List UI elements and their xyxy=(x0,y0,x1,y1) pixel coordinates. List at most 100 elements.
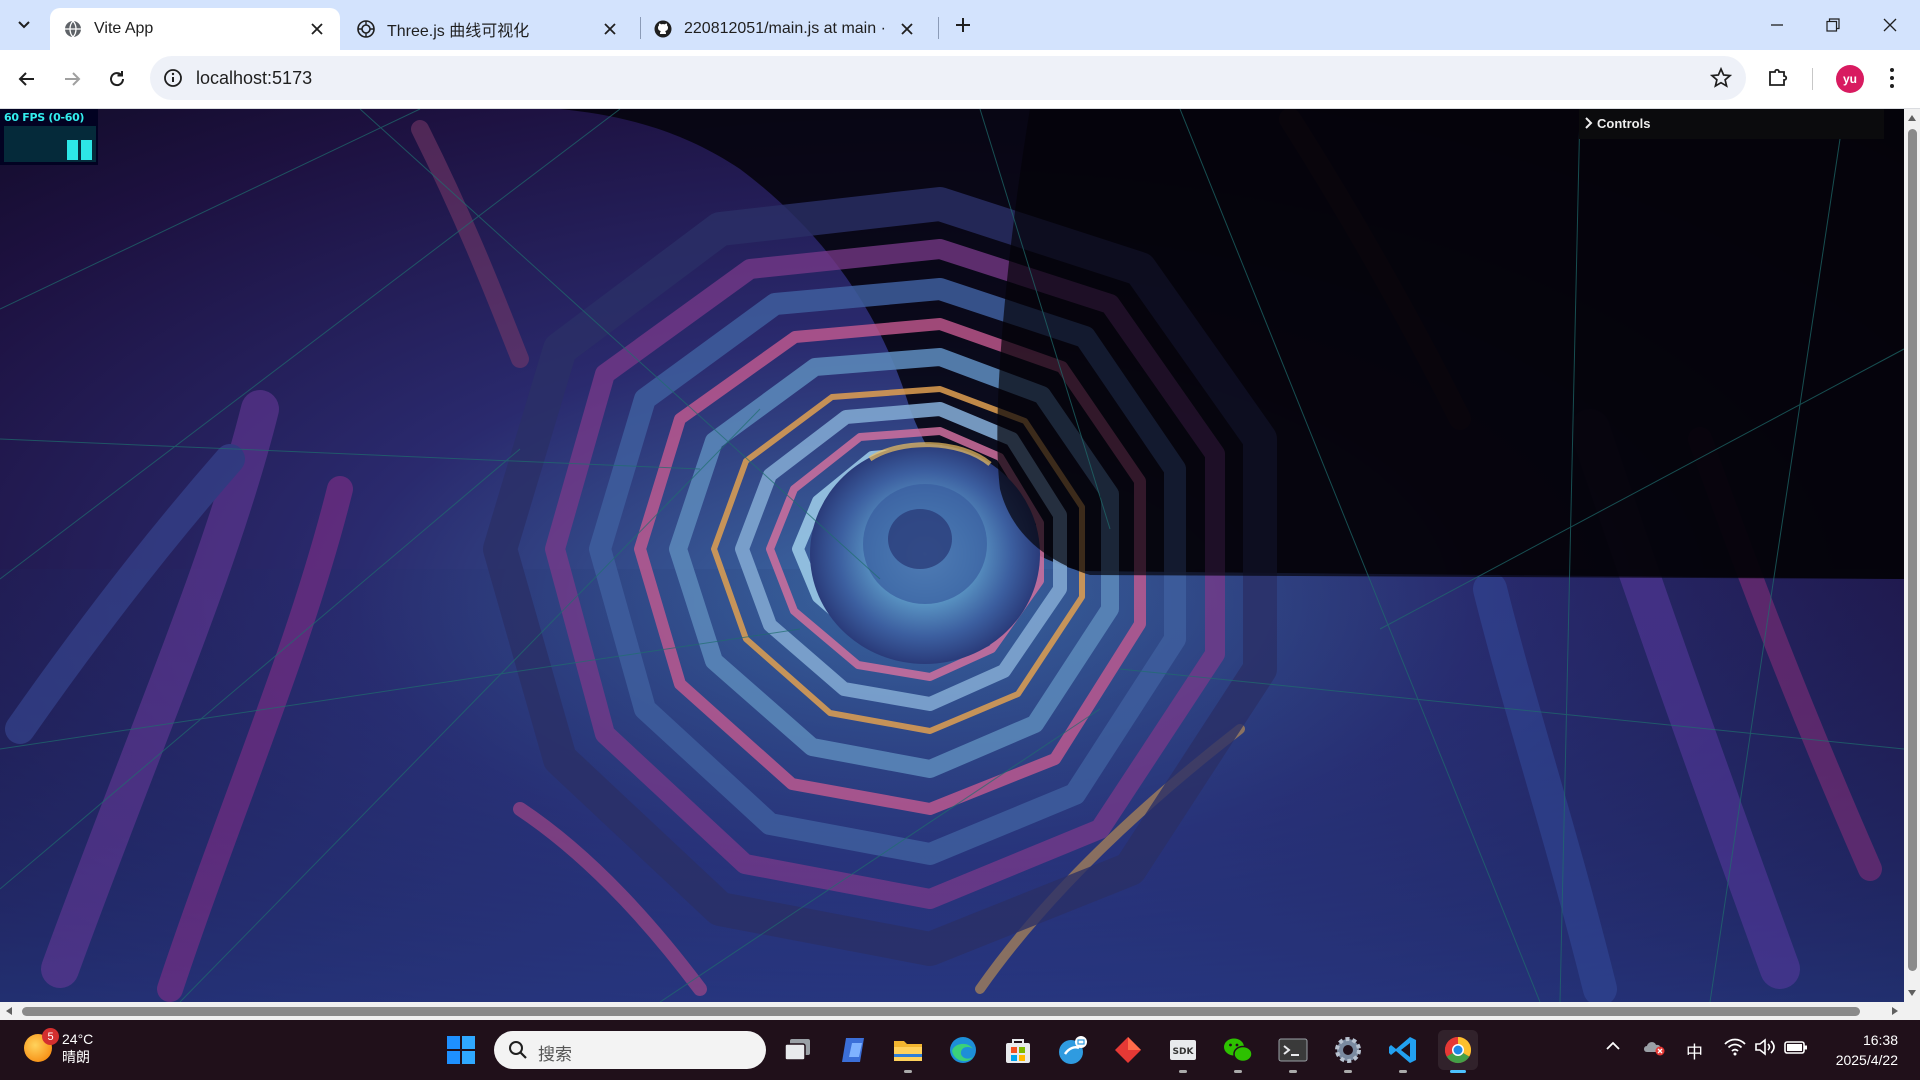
search-icon xyxy=(509,1041,527,1059)
scrollbar-corner xyxy=(1904,1002,1920,1020)
restore-icon xyxy=(1826,18,1840,32)
start-button[interactable] xyxy=(441,1030,481,1070)
close-icon[interactable] xyxy=(896,18,918,40)
battery-icon[interactable] xyxy=(1784,1038,1808,1061)
running-indicator xyxy=(1289,1070,1297,1073)
close-icon[interactable] xyxy=(599,18,621,40)
tab-title: Three.js 曲线可视化 xyxy=(387,23,530,40)
svg-text:SDK: SDK xyxy=(1173,1047,1195,1057)
minimize-button[interactable] xyxy=(1754,10,1800,40)
red-diamond-app-icon[interactable] xyxy=(1108,1030,1148,1070)
new-tab-button[interactable] xyxy=(950,12,976,38)
back-button[interactable] xyxy=(11,63,43,95)
chrome-icon xyxy=(1444,1036,1472,1064)
scrollbar-thumb[interactable] xyxy=(22,1007,1860,1016)
close-icon xyxy=(1883,18,1897,32)
close-window-button[interactable] xyxy=(1867,10,1913,40)
windows-taskbar: 5 24°C 晴朗 搜索 SDK 中 16:38 2025/4/22 xyxy=(0,1020,1920,1080)
fps-stats-panel[interactable]: 60 FPS (0-60) xyxy=(0,109,98,165)
browser-menu-button[interactable] xyxy=(1880,64,1904,97)
browser-toolbar: localhost:5173 yu xyxy=(0,50,1920,109)
show-hidden-icons-button[interactable] xyxy=(1605,1038,1621,1058)
chevron-up-icon xyxy=(1606,1041,1620,1050)
volume-icon[interactable] xyxy=(1754,1038,1776,1061)
reload-button[interactable] xyxy=(101,63,133,95)
edge-browser-icon xyxy=(950,1037,976,1063)
vpn-client-taskbar-icon[interactable] xyxy=(1053,1030,1093,1070)
wechat-icon xyxy=(1224,1038,1253,1063)
settings-taskbar-icon[interactable] xyxy=(1328,1030,1368,1073)
globe-icon xyxy=(64,20,82,38)
wechat-taskbar-icon[interactable] xyxy=(1218,1030,1258,1073)
microsoft-store-taskbar-icon[interactable] xyxy=(998,1030,1038,1070)
toolbar-divider xyxy=(1812,68,1813,90)
copilot-taskbar-icon[interactable] xyxy=(833,1030,873,1070)
tab-title: Vite App xyxy=(94,20,154,37)
scroll-left-icon[interactable] xyxy=(4,1006,14,1016)
bird-mail-icon xyxy=(1059,1036,1087,1064)
vscode-icon xyxy=(1389,1037,1416,1063)
extensions-button[interactable] xyxy=(1766,64,1792,95)
running-indicator xyxy=(904,1070,912,1073)
tab-threejs-curve[interactable]: Three.js 曲线可视化 xyxy=(343,8,633,50)
terminal-taskbar-icon[interactable] xyxy=(1273,1030,1313,1073)
running-indicator xyxy=(1344,1070,1352,1073)
horizontal-scrollbar[interactable] xyxy=(0,1002,1904,1020)
chevron-down-icon xyxy=(18,21,30,29)
task-view-icon xyxy=(784,1039,810,1061)
running-indicator xyxy=(1450,1070,1466,1073)
notification-badge: 5 xyxy=(42,1028,59,1045)
taskbar-search[interactable]: 搜索 xyxy=(494,1031,766,1069)
chevron-right-icon xyxy=(1585,117,1593,129)
tab-github-main-js[interactable]: 220812051/main.js at main · xyxy=(640,8,930,50)
wifi-icon[interactable] xyxy=(1724,1038,1746,1061)
sdk-manager-taskbar-icon[interactable]: SDK xyxy=(1163,1030,1203,1073)
task-view-button[interactable] xyxy=(778,1030,818,1070)
store-bag-icon xyxy=(1006,1039,1030,1063)
running-indicator xyxy=(1399,1070,1407,1073)
address-bar[interactable]: localhost:5173 xyxy=(150,56,1746,100)
tab-vite-app[interactable]: Vite App xyxy=(50,8,340,50)
scroll-right-icon[interactable] xyxy=(1890,1006,1900,1016)
openai-icon xyxy=(357,20,375,38)
edge-taskbar-icon[interactable] xyxy=(943,1030,983,1070)
webgl-canvas[interactable]: 60 FPS (0-60) Controls xyxy=(0,109,1904,1002)
scrollbar-thumb[interactable] xyxy=(1908,129,1917,971)
site-info-icon[interactable] xyxy=(162,67,184,89)
folder-icon xyxy=(894,1041,922,1061)
search-placeholder: 搜索 xyxy=(538,1045,572,1064)
profile-avatar[interactable]: yu xyxy=(1836,65,1864,93)
fps-graph xyxy=(4,126,96,162)
scroll-up-icon[interactable] xyxy=(1907,113,1917,123)
scroll-down-icon[interactable] xyxy=(1907,988,1917,998)
system-clock[interactable]: 16:38 2025/4/22 xyxy=(1822,1030,1898,1070)
fps-bar xyxy=(67,140,78,160)
github-icon xyxy=(654,20,672,38)
tab-strip: Vite App Three.js 曲线可视化 220812051/main.j… xyxy=(0,0,1920,50)
onedrive-error-icon[interactable] xyxy=(1642,1038,1666,1061)
gear-icon xyxy=(1335,1037,1361,1063)
tab-search-button[interactable] xyxy=(7,8,41,42)
vscode-taskbar-icon[interactable] xyxy=(1383,1030,1423,1073)
vertical-scrollbar[interactable] xyxy=(1904,109,1920,1002)
chrome-taskbar-icon[interactable] xyxy=(1438,1030,1478,1073)
bookmark-star-icon[interactable] xyxy=(1710,67,1732,89)
restore-button[interactable] xyxy=(1810,10,1856,40)
reload-icon xyxy=(110,71,125,87)
close-icon[interactable] xyxy=(306,18,328,40)
weather-widget[interactable]: 5 24°C 晴朗 xyxy=(24,1028,93,1066)
puzzle-icon xyxy=(1769,68,1788,86)
ime-indicator[interactable]: 中 xyxy=(1686,1038,1703,1063)
forward-button[interactable] xyxy=(56,63,88,95)
controls-panel[interactable]: Controls xyxy=(1579,109,1884,139)
fps-readout: 60 FPS (0-60) xyxy=(4,111,85,124)
controls-title: Controls xyxy=(1597,116,1651,131)
clock-time: 16:38 xyxy=(1862,1032,1898,1048)
tab-title: 220812051/main.js at main · xyxy=(684,20,886,37)
file-explorer-taskbar-icon[interactable] xyxy=(888,1030,928,1073)
plus-icon xyxy=(956,18,970,32)
sdk-icon: SDK xyxy=(1170,1040,1196,1060)
minimize-icon xyxy=(1771,24,1783,26)
weather-condition: 晴朗 xyxy=(62,1049,90,1065)
running-indicator xyxy=(1179,1070,1187,1073)
